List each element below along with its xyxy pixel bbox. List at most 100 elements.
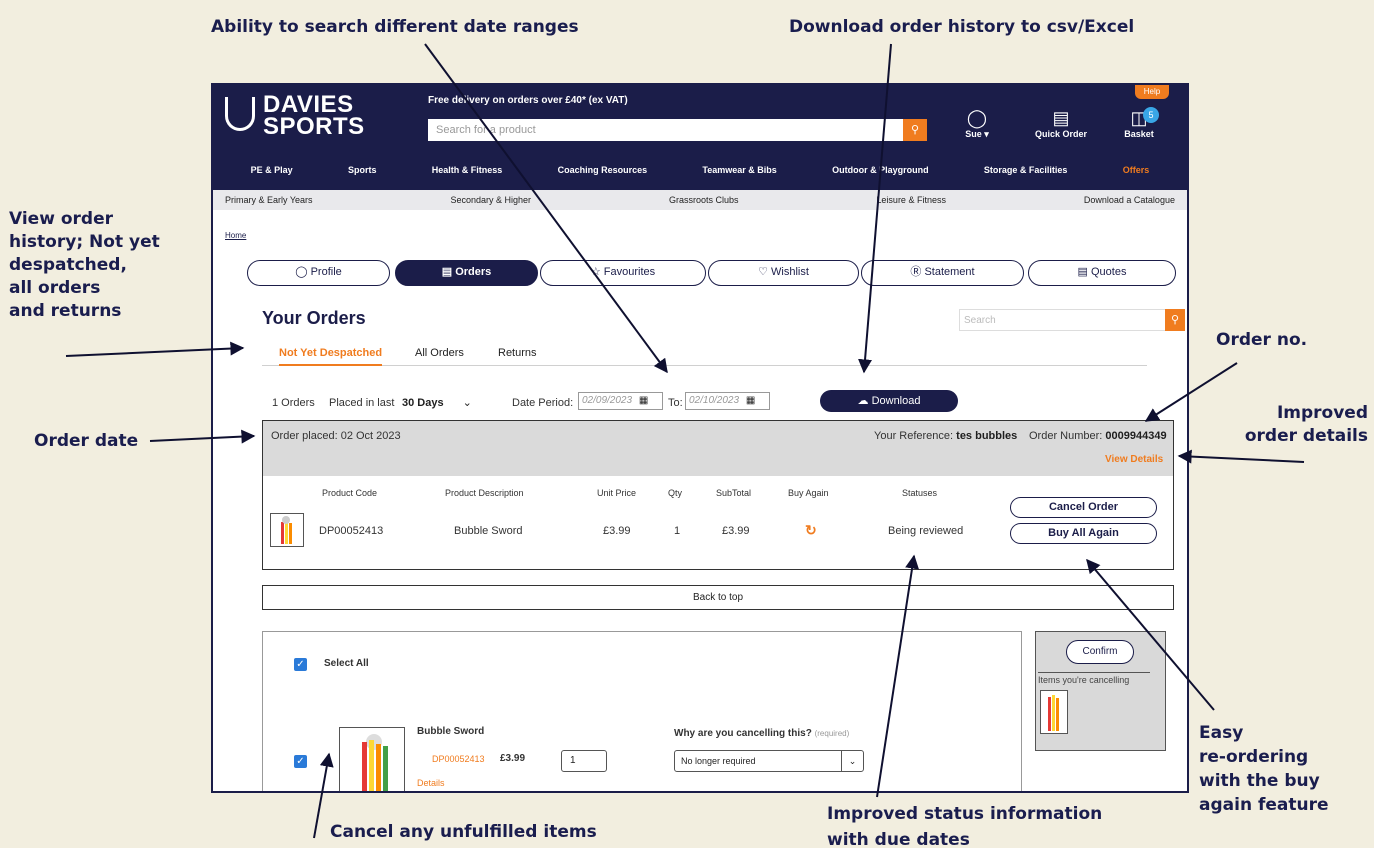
tab-label: Wishlist [771, 266, 809, 278]
cancel-reason-select[interactable]: No longer required ⌄ [674, 750, 864, 772]
search-icon[interactable]: ⚲ [1165, 309, 1185, 331]
breadcrumb[interactable]: Home [225, 231, 246, 240]
bubble-sword-image [281, 516, 292, 544]
tab-wishlist[interactable]: ♡ Wishlist [708, 260, 859, 286]
placed-range-select[interactable]: 30 Days ⌄ [402, 393, 487, 413]
account-menu[interactable]: ◯ Sue ▾ [957, 107, 997, 140]
confirm-panel: Confirm Items you're cancelling [1035, 631, 1166, 751]
item-checkbox[interactable]: ✓ [294, 755, 307, 768]
tab-quotes[interactable]: ▤ Quotes [1028, 260, 1176, 286]
callout-line: re-ordering [1199, 747, 1309, 767]
nav-item[interactable]: Sports [348, 165, 377, 183]
tab-statement[interactable]: Ⓡ Statement [861, 260, 1024, 286]
confirm-button[interactable]: Confirm [1066, 640, 1134, 664]
account-tabs: ◯ Profile ▤ Orders ☆ Favourites ♡ Wishli… [247, 260, 1177, 288]
item-details-link[interactable]: Details [417, 778, 445, 788]
callout-status-info: Improved status information with due dat… [827, 801, 1102, 848]
to-label: To: [668, 397, 683, 409]
reason-label-text: Why are you cancelling this? [674, 728, 812, 739]
callout-order-no: Order no. [1216, 330, 1308, 350]
logo-shield-icon [225, 97, 255, 131]
orders-search-input[interactable]: Search [959, 309, 1175, 331]
chevron-down-icon: ⌄ [841, 751, 863, 771]
search-icon[interactable]: ⚲ [903, 119, 927, 141]
download-button[interactable]: ☁ Download [820, 390, 958, 412]
view-details-link[interactable]: View Details [1105, 454, 1163, 465]
product-search-input[interactable]: Search for a product [428, 119, 908, 141]
bubble-sword-image [1048, 695, 1059, 731]
sub-nav: Primary & Early Years Secondary & Higher… [213, 190, 1187, 210]
subtab-returns[interactable]: Returns [498, 347, 537, 359]
product-code: DP00052413 [319, 525, 384, 537]
date-from-input[interactable]: 02/09/2023 ▦ [578, 392, 663, 410]
nav-item[interactable]: Health & Fitness [432, 165, 503, 183]
buy-all-again-button[interactable]: Buy All Again [1010, 523, 1157, 544]
nav-item-offers[interactable]: Offers [1123, 165, 1150, 183]
help-button[interactable]: Help [1135, 85, 1169, 99]
callout-line: with due dates [827, 830, 970, 848]
calendar-icon[interactable]: ▦ [746, 395, 755, 406]
quick-order-label: Quick Order [1034, 129, 1088, 139]
subtotal: £3.99 [722, 525, 750, 537]
nav-item[interactable]: Teamwear & Bibs [702, 165, 776, 183]
subnav-item[interactable]: Grassroots Clubs [669, 195, 739, 210]
quick-order-button[interactable]: ▤ Quick Order [1031, 107, 1091, 139]
back-to-top-button[interactable]: Back to top [262, 585, 1174, 610]
page-title: Your Orders [262, 308, 366, 328]
cancel-order-button[interactable]: Cancel Order [1010, 497, 1157, 518]
tab-label: Profile [310, 266, 342, 278]
coin-icon: Ⓡ [910, 266, 922, 278]
callout-line: despatched, [9, 255, 127, 275]
callout-download: Download order history to csv/Excel [789, 17, 1135, 37]
subnav-item[interactable]: Download a Catalogue [1084, 195, 1175, 210]
bubble-sword-image [362, 734, 388, 791]
search-placeholder: Search [964, 315, 996, 326]
order-number-value: 0009944349 [1105, 430, 1167, 442]
nav-item[interactable]: Storage & Facilities [984, 165, 1068, 183]
quick-order-icon: ▤ [1052, 108, 1070, 128]
callout-easy-reorder: Easy re-ordering with the buy again feat… [1199, 721, 1329, 817]
tab-profile[interactable]: ◯ Profile [247, 260, 390, 286]
column-header: Unit Price [597, 488, 637, 498]
column-header: SubTotal [716, 488, 752, 498]
unit-price: £3.99 [603, 525, 631, 537]
cancelling-item-thumbnail [1040, 690, 1068, 734]
order-card: Order placed: 02 Oct 2023 Your Reference… [262, 420, 1174, 570]
nav-item[interactable]: Outdoor & Playground [832, 165, 929, 183]
select-all-checkbox[interactable]: ✓ [294, 658, 307, 671]
nav-item[interactable]: PE & Play [251, 165, 293, 183]
column-header: Product Description [445, 488, 524, 498]
subtab-not-yet-despatched[interactable]: Not Yet Despatched [279, 347, 383, 366]
subnav-item[interactable]: Primary & Early Years [225, 195, 313, 210]
tab-label: Quotes [1091, 266, 1127, 278]
select-value: No longer required [681, 756, 756, 766]
nav-item[interactable]: Coaching Resources [558, 165, 648, 183]
download-label: Download [871, 395, 921, 407]
column-header: Buy Again [788, 488, 829, 498]
cancelling-label: Items you're cancelling [1038, 672, 1150, 685]
product-thumbnail[interactable] [270, 513, 304, 547]
subnav-item[interactable]: Leisure & Fitness [876, 195, 946, 210]
date-to-input[interactable]: 02/10/2023 ▦ [685, 392, 770, 410]
callout-line: Improved status information [827, 804, 1103, 824]
ref-value: tes bubbles [956, 430, 1018, 442]
subnav-item[interactable]: Secondary & Higher [450, 195, 531, 210]
callout-line: Improved [1276, 403, 1368, 423]
site-logo[interactable]: DAVIES SPORTS [263, 93, 365, 139]
subtab-all-orders[interactable]: All Orders [415, 347, 464, 359]
buy-again-icon[interactable]: ↻ [805, 522, 817, 539]
item-code[interactable]: DP00052413 [432, 754, 485, 764]
order-header: Order placed: 02 Oct 2023 Your Reference… [263, 421, 1173, 476]
main-nav: PE & Play Sports Health & Fitness Coachi… [213, 165, 1187, 183]
tab-favourites[interactable]: ☆ Favourites [540, 260, 706, 286]
calendar-icon[interactable]: ▦ [639, 395, 648, 406]
basket-label: Basket [1124, 129, 1154, 139]
callout-line: all orders [9, 278, 101, 298]
callout-line: with the buy [1199, 771, 1320, 791]
callout-line: order details [1244, 426, 1368, 446]
cancel-quantity-input[interactable]: 1 [561, 750, 607, 772]
tab-orders[interactable]: ▤ Orders [395, 260, 538, 286]
date-value: 02/10/2023 [689, 395, 740, 406]
column-header: Product Code [322, 488, 378, 498]
item-image [339, 727, 405, 791]
